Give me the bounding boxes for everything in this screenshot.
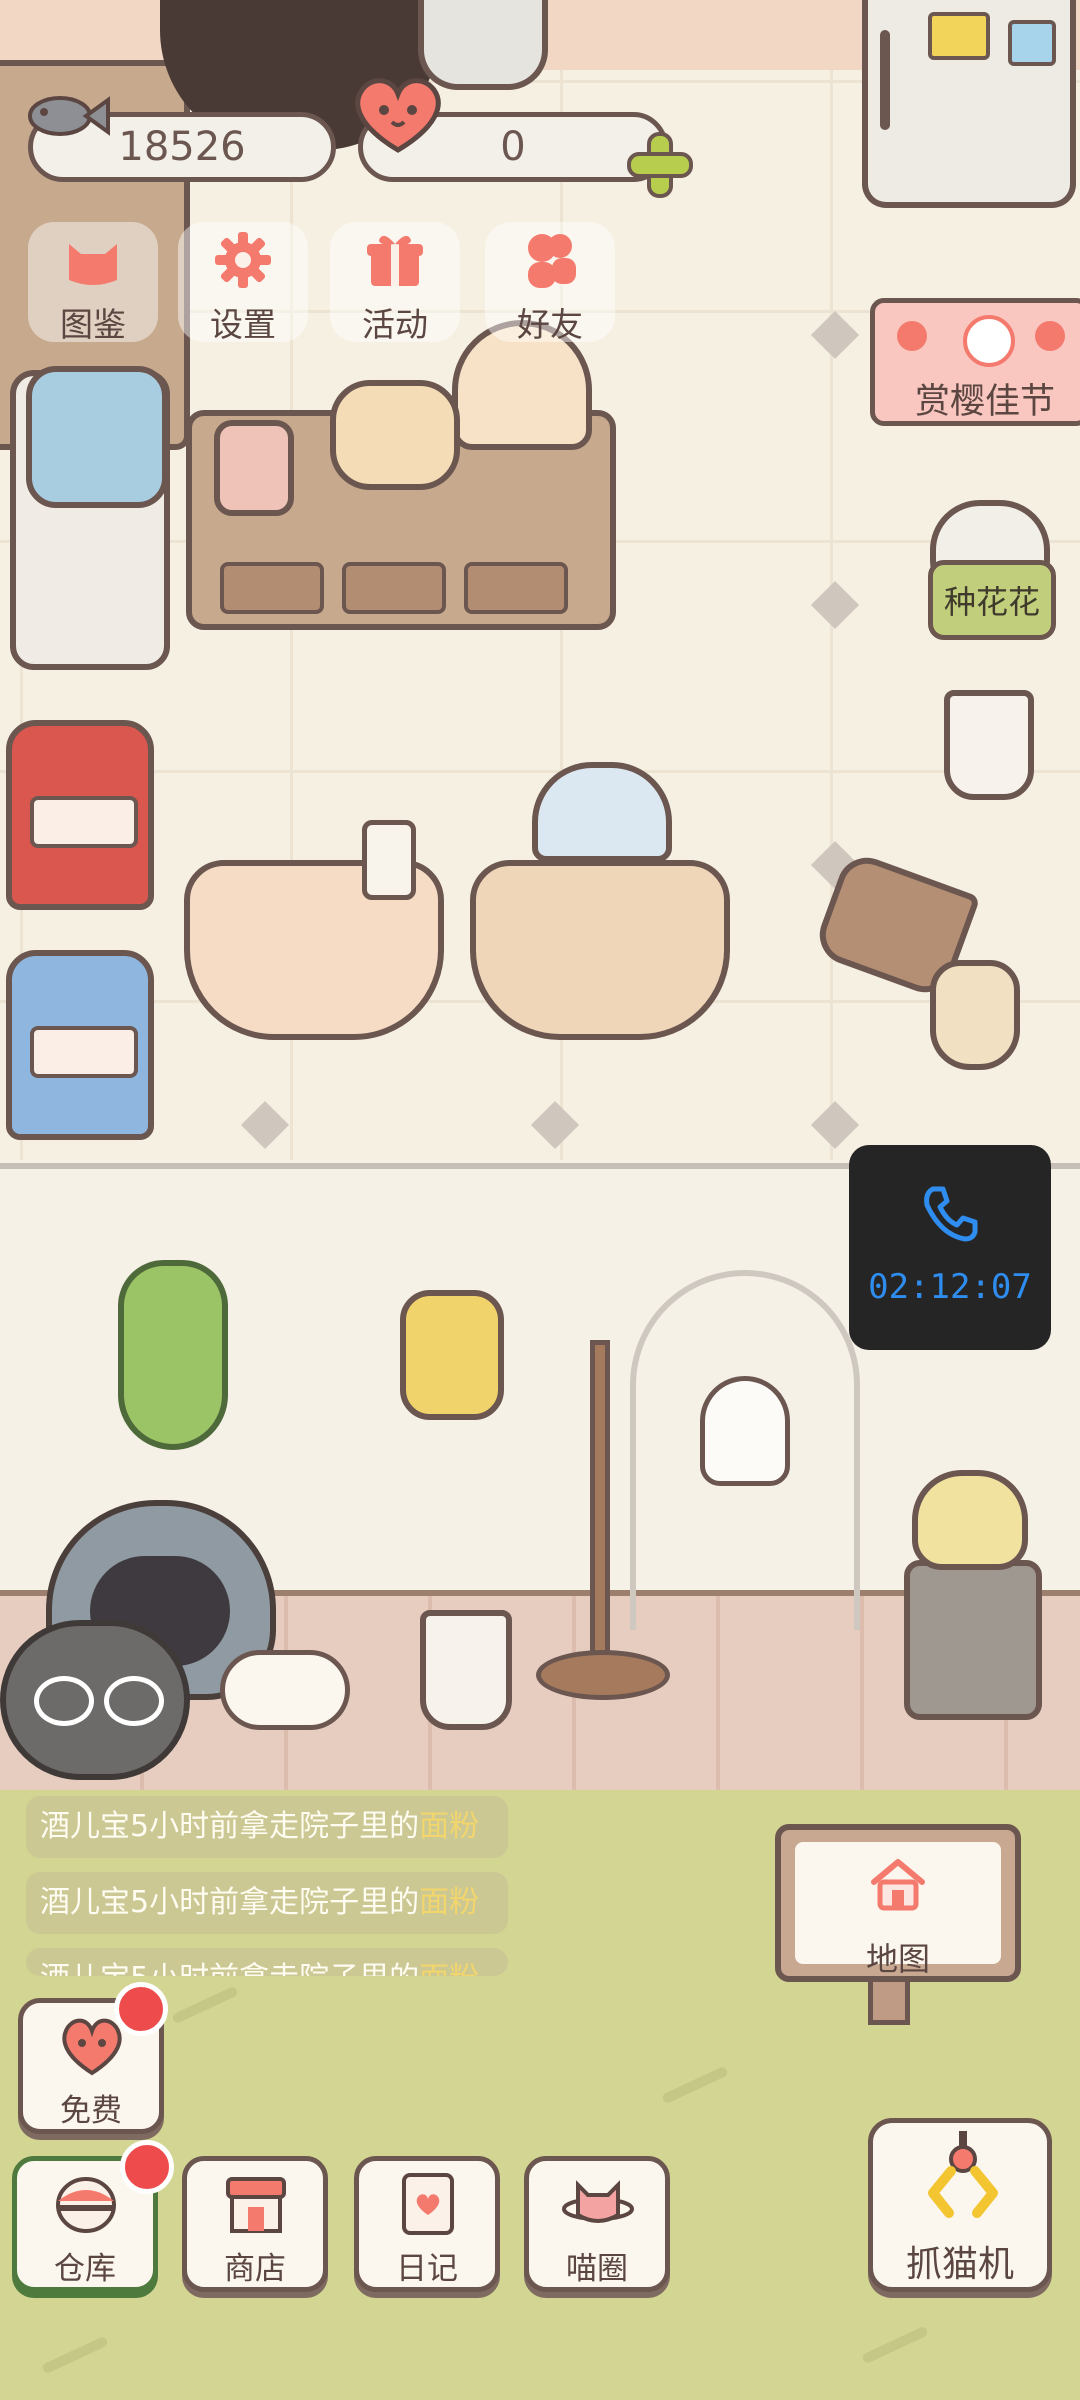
gear-icon: [215, 232, 271, 288]
cat-face-icon: [69, 244, 117, 285]
signpost: [868, 1975, 910, 2025]
sakura-flower-icon: [897, 321, 927, 351]
shop-button[interactable]: 商店: [182, 2156, 328, 2292]
hanging-vegetables: [118, 1260, 228, 1450]
settings-label: 设置: [210, 305, 276, 344]
diary-icon: [402, 2173, 454, 2235]
cat-planet-icon: [562, 2180, 634, 2223]
feed-message-item: 面粉: [419, 1961, 479, 1976]
gift-icon: [367, 235, 423, 286]
flower-pot: [944, 690, 1034, 800]
feed-message-text: 酒儿宝5小时前拿走院子里的: [40, 1885, 420, 1920]
feed-message: 酒儿宝5小时前拿走院子里的面粉: [26, 1948, 508, 1976]
gray-cat-with-glasses: [0, 1620, 190, 1780]
storage-jar-icon: [56, 2177, 116, 2233]
claw-machine-button[interactable]: 抓猫机: [868, 2118, 1052, 2292]
map-board-face: 地图: [795, 1842, 1001, 1978]
coat-rack: [590, 1340, 610, 1670]
cake-stand-cover: [532, 762, 672, 862]
claw-icon: [928, 2131, 998, 2218]
umbrella-stand: [420, 1610, 512, 1730]
cushion: [220, 1650, 350, 1730]
fish-icon: [28, 96, 110, 136]
house-icon: [871, 1859, 925, 1911]
heart-icon: [355, 78, 441, 153]
free-gift-label: 免费: [60, 2093, 122, 2129]
phone-icon: [924, 1186, 978, 1242]
notification-dot: [114, 1982, 168, 2036]
teru-teru-bozu: [700, 1376, 790, 1486]
feed-message-text: 酒儿宝5小时前拿走院子里的: [40, 1961, 419, 1976]
friends-icon: [528, 234, 576, 288]
coin-amount: 18526: [118, 124, 246, 170]
water-dispenser: [10, 366, 170, 670]
catalog-label: 图鉴: [60, 305, 126, 344]
map-label: 地图: [865, 1940, 930, 1978]
warehouse-label: 仓库: [54, 2251, 116, 2287]
ice-machine-blue: [6, 950, 154, 1140]
feed-message-item: 面粉: [419, 1885, 480, 1920]
sakura-flower-icon: [1035, 321, 1065, 351]
friends-button[interactable]: 好友: [485, 222, 615, 344]
shop-label: 商店: [224, 2251, 286, 2287]
heart-amount: 0: [500, 124, 526, 170]
notification-dot: [120, 2140, 174, 2194]
meow-circle-button[interactable]: 喵圈: [524, 2156, 670, 2292]
coat-rack-base: [536, 1650, 670, 1700]
feed-message-text: 酒儿宝5小时前拿走院子里的: [40, 1809, 420, 1844]
ice-machine-red: [6, 720, 154, 910]
sakura-festival-banner[interactable]: 赏樱佳节: [870, 298, 1080, 426]
shop-icon: [226, 2177, 286, 2233]
friends-label: 好友: [517, 305, 583, 344]
add-hearts-button[interactable]: [625, 130, 695, 200]
diary-button[interactable]: 日记: [354, 2156, 500, 2292]
jam-jar: [214, 420, 294, 516]
meow-circle-label: 喵圈: [566, 2251, 628, 2287]
claw-machine-label: 抓猫机: [905, 2244, 1014, 2285]
round-dessert-table: [470, 860, 730, 1040]
sakura-flower-icon: [963, 315, 1015, 367]
feed-message-item: 面粉: [419, 1809, 480, 1844]
sakura-festival-label: 赏樱佳节: [914, 382, 1055, 422]
flour-bag: [330, 380, 460, 490]
plant-flowers-button[interactable]: 种花花: [928, 560, 1056, 640]
broom: [930, 960, 1020, 1070]
kettle-stove: [904, 1560, 1042, 1720]
tea-kettle: [912, 1470, 1028, 1570]
candle: [362, 820, 416, 900]
call-timer: 02:12:07: [868, 1267, 1032, 1307]
map-button[interactable]: 地图: [775, 1824, 1021, 1982]
diary-label: 日记: [396, 2251, 458, 2287]
settings-button[interactable]: 设置: [178, 222, 308, 344]
events-label: 活动: [362, 305, 428, 344]
plant-flowers-label: 种花花: [943, 583, 1040, 621]
feed-message: 酒儿宝5小时前拿走院子里的面粉: [26, 1796, 508, 1858]
wall-lantern: [400, 1290, 504, 1420]
call-overlay[interactable]: 02:12:07: [849, 1145, 1051, 1350]
refrigerator: [862, 0, 1076, 208]
feed-message: 酒儿宝5小时前拿走院子里的面粉: [26, 1872, 508, 1934]
events-button[interactable]: 活动: [330, 222, 460, 344]
catalog-button[interactable]: 图鉴: [28, 222, 158, 344]
